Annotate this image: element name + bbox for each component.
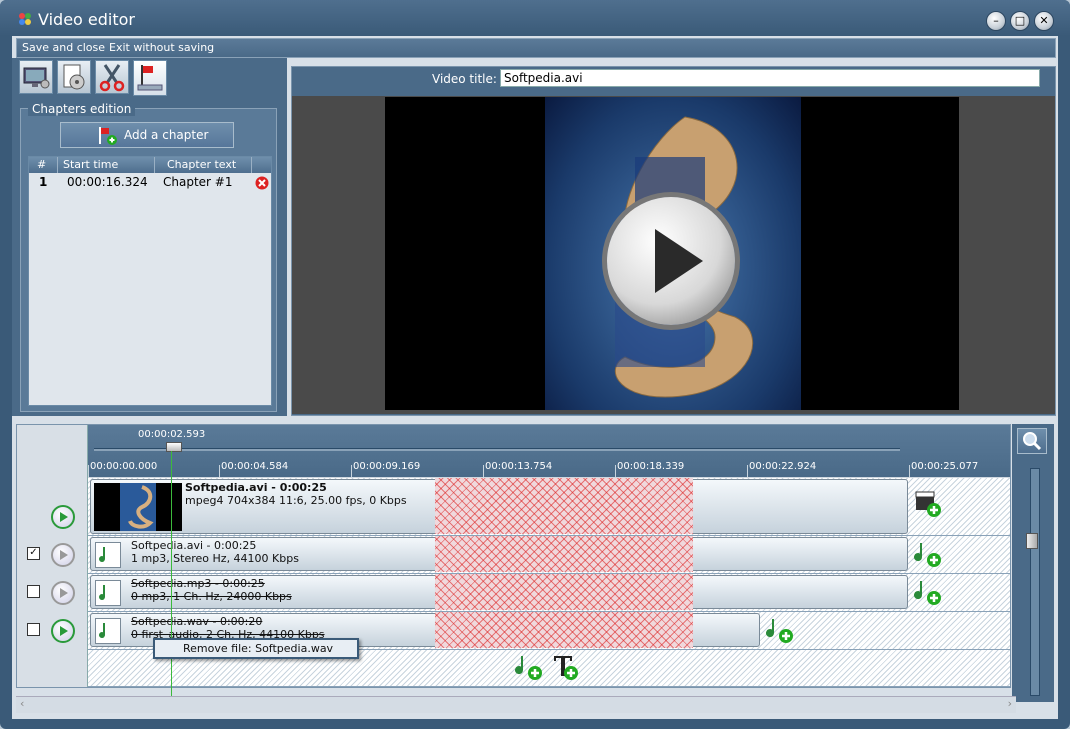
video-title-input[interactable]: [500, 69, 1040, 87]
audio-clip-1-info: 1 mp3, Stereo Hz, 44100 Kbps: [131, 552, 299, 565]
audio-clip-3-title: Softpedia.wav - 0:00:20: [131, 615, 263, 628]
tick-label: 00:00:22.924: [749, 461, 817, 472]
music-note-icon: [95, 618, 121, 644]
zoom-slider-thumb[interactable]: [1026, 533, 1038, 549]
magnifier-icon: [1023, 432, 1042, 451]
add-audio-track-icon[interactable]: [515, 653, 543, 681]
play-icon: [60, 512, 68, 522]
add-video-icon[interactable]: [914, 490, 942, 518]
remove-file-menu-item[interactable]: Remove file: Softpedia.wav: [183, 642, 333, 655]
chapter-range-highlight: [435, 478, 693, 534]
track4-checkbox[interactable]: [27, 623, 40, 636]
position-slider-track[interactable]: [94, 448, 900, 451]
video-area: [292, 96, 1055, 414]
play-icon: [60, 626, 68, 636]
preview-panel: Video title:: [291, 66, 1056, 416]
delete-chapter-icon[interactable]: [255, 176, 269, 190]
tick-label: 00:00:00.000: [90, 461, 158, 472]
context-menu: Remove file: Softpedia.wav: [153, 638, 359, 659]
track2-checkbox[interactable]: ✓: [27, 547, 40, 560]
music-note-icon: [95, 542, 121, 568]
track4-play-button[interactable]: [51, 619, 75, 643]
timeline-playhead[interactable]: [171, 451, 172, 696]
col-num-header[interactable]: #: [37, 158, 46, 171]
col-start-header[interactable]: Start time: [63, 158, 118, 171]
minimize-button[interactable]: –: [986, 11, 1006, 31]
monitor-settings-icon: [23, 67, 50, 89]
add-audio-icon[interactable]: [766, 616, 794, 644]
audio-clip-2-title: Softpedia.mp3 - 0:00:25: [131, 577, 265, 590]
col-text-header[interactable]: Chapter text: [167, 158, 236, 171]
chapter-text: Chapter #1: [163, 175, 233, 189]
tool-cut[interactable]: [95, 60, 129, 94]
add-chapter-flag-icon: [99, 127, 117, 145]
add-chapter-button[interactable]: Add a chapter: [60, 122, 234, 148]
chapters-legend: Chapters edition: [28, 102, 136, 116]
tool-chapters[interactable]: [133, 60, 167, 96]
tick-label: 00:00:04.584: [221, 461, 289, 472]
video-disc-icon: [63, 64, 85, 90]
horizontal-scrollbar[interactable]: ‹ ›: [16, 696, 1016, 713]
position-slider-thumb[interactable]: [166, 442, 182, 452]
scroll-left-arrow[interactable]: ‹: [20, 697, 24, 710]
timeline-zoom-panel: [1012, 424, 1054, 702]
chapter-range-highlight: [435, 536, 693, 572]
zoom-slider-track[interactable]: [1030, 468, 1040, 696]
video-track-lane: Softpedia.avi - 0:00:25 mpeg4 704x384 11…: [88, 478, 1010, 536]
add-chapter-label: Add a chapter: [124, 128, 209, 142]
video-clip-info: mpeg4 704x384 11:6, 25.00 fps, 0 Kbps: [185, 494, 407, 507]
chapter-range-highlight: [435, 574, 693, 610]
chapters-panel: Chapters edition Add a chapter # Start t…: [12, 58, 287, 416]
colorful-app-icon: [19, 13, 31, 25]
play-triangle-icon: [655, 229, 703, 293]
play-icon: [60, 550, 68, 560]
scissors-icon: [99, 64, 125, 92]
video-canvas[interactable]: [385, 97, 959, 410]
chapter-start: 00:00:16.324: [67, 175, 148, 189]
video-thumbnail: [94, 483, 182, 531]
play-overlay-button[interactable]: [607, 197, 735, 325]
play-icon: [60, 588, 68, 598]
music-note-icon: [95, 580, 121, 606]
add-audio-icon[interactable]: [914, 578, 942, 606]
scroll-right-arrow[interactable]: ›: [1008, 697, 1012, 710]
add-text-track-icon[interactable]: [551, 653, 579, 681]
tick-label: 00:00:25.077: [911, 461, 979, 472]
track3-play-button[interactable]: [51, 581, 75, 605]
maximize-button[interactable]: □: [1010, 11, 1030, 31]
tool-monitor-settings[interactable]: [19, 60, 53, 94]
video-title-label: Video title:: [432, 72, 497, 86]
video-editor-window: Video editor – □ ✕ Save and close Exit w…: [0, 0, 1070, 729]
title-bar[interactable]: Video editor – □ ✕: [0, 0, 1070, 36]
chapters-table-header: # Start time Chapter text: [29, 157, 271, 173]
cursor-time: 00:00:02.593: [138, 429, 206, 440]
video-clip-title: Softpedia.avi - 0:00:25: [185, 481, 327, 494]
tick-label: 00:00:13.754: [485, 461, 553, 472]
window-title: Video editor: [38, 10, 135, 29]
editor-content: Save and close Exit without saving Chapt…: [12, 36, 1058, 719]
zoom-button[interactable]: [1017, 428, 1047, 454]
audio-track-lane-1: Softpedia.avi - 0:00:25 1 mp3, Stereo Hz…: [88, 536, 1010, 574]
track1-play-button[interactable]: [51, 505, 75, 529]
menu-bar: Save and close Exit without saving: [16, 38, 1056, 58]
chapters-table: # Start time Chapter text 1 00:00:16.324…: [28, 156, 272, 406]
audio-clip-1-title: Softpedia.avi - 0:00:25: [131, 539, 257, 552]
audio-clip-2-info: 0 mp3, 1 Ch. Hz, 24000 Kbps: [131, 590, 292, 603]
audio-track-lane-2: Softpedia.mp3 - 0:00:25 0 mp3, 1 Ch. Hz,…: [88, 574, 1010, 612]
chapter-range-highlight: [435, 612, 693, 648]
track3-checkbox[interactable]: [27, 585, 40, 598]
add-audio-icon[interactable]: [914, 540, 942, 568]
timeline-ruler[interactable]: 00:00:02.593 00:00:00.000 00:00:04.584 0…: [88, 425, 1010, 477]
chapters-flag-icon: [137, 65, 163, 91]
chapter-num: 1: [39, 175, 48, 189]
chapter-row[interactable]: 1 00:00:16.324 Chapter #1: [29, 174, 271, 192]
tick-label: 00:00:09.169: [353, 461, 421, 472]
track2-play-button[interactable]: [51, 543, 75, 567]
menu-save-and-close[interactable]: Save and close: [22, 41, 105, 54]
tick-label: 00:00:18.339: [617, 461, 685, 472]
close-button[interactable]: ✕: [1034, 11, 1054, 31]
tool-video-disc[interactable]: [57, 60, 91, 94]
menu-exit-without-saving[interactable]: Exit without saving: [109, 41, 214, 54]
